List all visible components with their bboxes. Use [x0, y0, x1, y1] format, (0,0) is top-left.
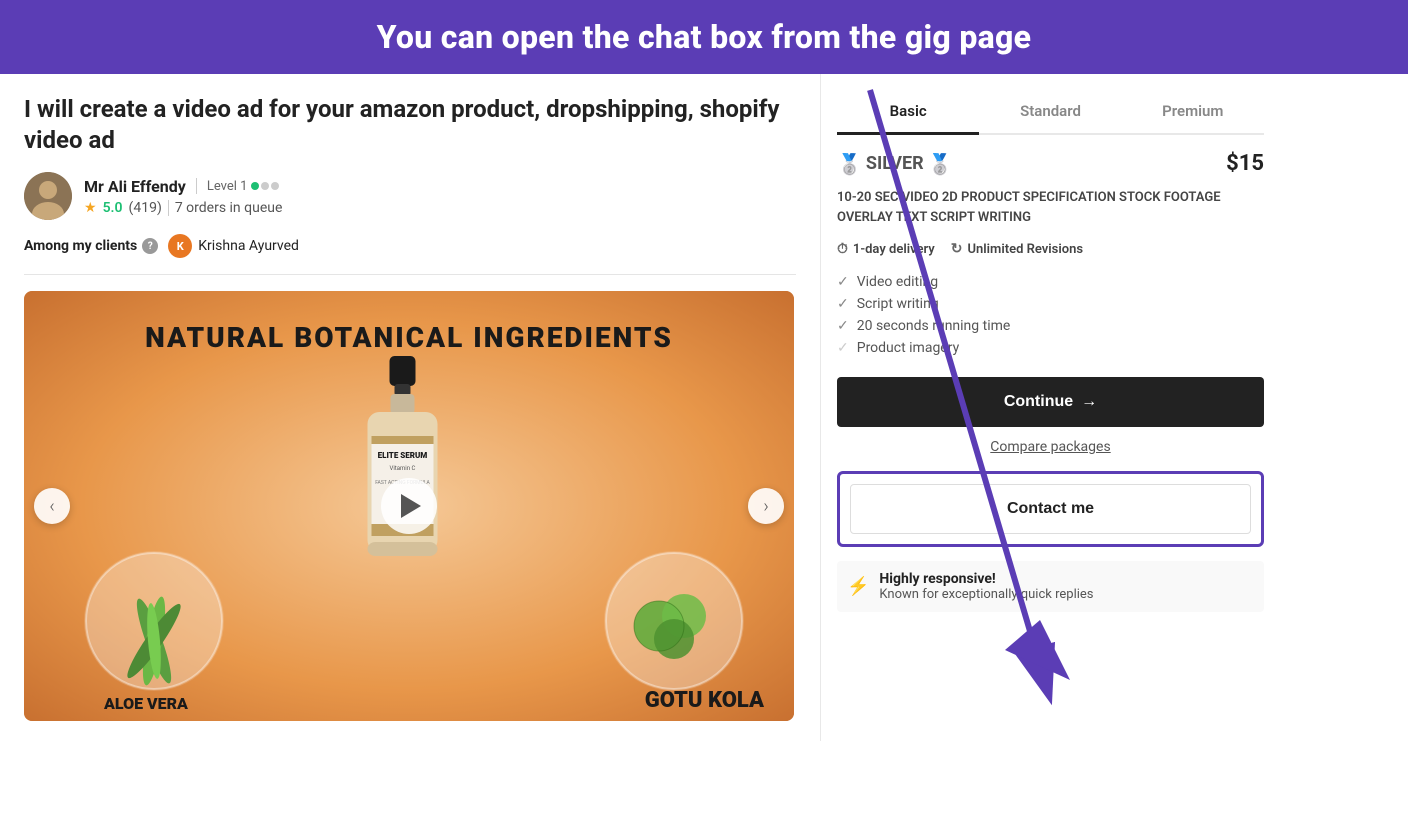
tab-basic[interactable]: Basic: [837, 90, 979, 135]
plant-label-right: GOTU KOLA: [645, 688, 764, 713]
orders-queue: 7 orders in queue: [175, 200, 283, 216]
avatar: [24, 172, 72, 220]
seller-name-row: Mr Ali Effendy Level 1: [84, 177, 282, 196]
plant-label-left: ALOE VERA: [104, 694, 188, 713]
check-icon: ✓: [837, 274, 849, 290]
continue-button[interactable]: Continue →: [837, 377, 1264, 427]
seller-rating: ★ 5.0 (419) 7 orders in queue: [84, 200, 282, 216]
feature-item: ✓ 20 seconds running time: [837, 315, 1264, 337]
clock-icon: ⏱: [837, 241, 848, 257]
prev-arrow[interactable]: ‹: [34, 488, 70, 524]
revisions-meta: ↻ Unlimited Revisions: [951, 241, 1083, 257]
left-panel: I will create a video ad for your amazon…: [0, 74, 820, 741]
divider-2: [168, 200, 169, 216]
main-content: I will create a video ad for your amazon…: [0, 74, 1408, 741]
clients-label: Among my clients ?: [24, 238, 158, 254]
tab-premium[interactable]: Premium: [1122, 90, 1264, 135]
feature-item: ✓ Script writing: [837, 293, 1264, 315]
svg-text:ELITE SERUM: ELITE SERUM: [378, 451, 428, 460]
refresh-icon: ↻: [951, 241, 963, 257]
silver-badge: 🥈 SILVER 🥈: [837, 152, 953, 176]
clients-row: Among my clients ? K Krishna Ayurved: [24, 234, 796, 275]
client-avatar: K: [168, 234, 192, 258]
next-arrow[interactable]: ›: [748, 488, 784, 524]
rating-value: 5.0: [103, 200, 123, 216]
features-list: ✓ Video editing ✓ Script writing ✓ 20 se…: [837, 271, 1264, 359]
product-bottle: ELITE SERUM Vitamin C FAST ACTING FORMUL…: [338, 356, 468, 596]
page-wrapper: You can open the chat box from the gig p…: [0, 0, 1408, 832]
package-tabs: Basic Standard Premium: [837, 90, 1264, 135]
responsive-title: Highly responsive!: [879, 571, 1093, 587]
gig-title: I will create a video ad for your amazon…: [24, 94, 796, 156]
responsive-badge: ⚡ Highly responsive! Known for exception…: [837, 561, 1264, 612]
feature-item: ✓ Video editing: [837, 271, 1264, 293]
responsive-sub: Known for exceptionally quick replies: [879, 587, 1093, 602]
review-count: (419): [129, 200, 162, 216]
package-meta: ⏱ 1-day delivery ↻ Unlimited Revisions: [837, 241, 1264, 257]
check-icon: ✓: [837, 318, 849, 334]
dot-1: [251, 182, 259, 190]
seller-name[interactable]: Mr Ali Effendy: [84, 177, 186, 196]
seller-details: Mr Ali Effendy Level 1 ★: [84, 177, 282, 216]
tab-standard[interactable]: Standard: [979, 90, 1121, 135]
contact-button[interactable]: Contact me: [850, 484, 1251, 534]
dot-3: [271, 182, 279, 190]
package-desc: 10-20 SEC VIDEO 2D PRODUCT SPECIFICATION…: [837, 188, 1264, 227]
seller-info: Mr Ali Effendy Level 1 ★: [24, 172, 796, 220]
check-icon-inactive: ✓: [837, 340, 849, 356]
arrow-right-icon: →: [1081, 393, 1097, 411]
plant-circle-right: [604, 551, 744, 691]
contact-btn-container: Contact me: [837, 471, 1264, 547]
medal-icon-2: 🥈: [928, 152, 953, 176]
compare-link[interactable]: Compare packages: [837, 439, 1264, 455]
star-icon: ★: [84, 200, 97, 216]
medal-icon: 🥈: [837, 152, 862, 176]
divider: [196, 178, 197, 194]
responsive-text: Highly responsive! Known for exceptional…: [879, 571, 1093, 602]
banner-text: You can open the chat box from the gig p…: [377, 18, 1032, 56]
client-name: Krishna Ayurved: [198, 238, 299, 254]
image-title: NATURAL BOTANICAL INGREDIENTS: [24, 321, 794, 354]
client-badge: K Krishna Ayurved: [168, 234, 299, 258]
feature-item: ✓ Product imagery: [837, 337, 1264, 359]
delivery-meta: ⏱ 1-day delivery: [837, 241, 935, 257]
play-icon: [401, 494, 421, 518]
package-header: 🥈 SILVER 🥈 $15: [837, 151, 1264, 176]
check-icon: ✓: [837, 296, 849, 312]
info-icon[interactable]: ?: [142, 238, 158, 254]
level-dots: [251, 182, 279, 190]
svg-text:Vitamin C: Vitamin C: [390, 465, 416, 472]
dot-2: [261, 182, 269, 190]
top-banner: You can open the chat box from the gig p…: [0, 0, 1408, 74]
plant-circle-left: [84, 551, 224, 691]
price: $15: [1226, 151, 1264, 176]
seller-level: Level 1: [207, 179, 280, 194]
lightning-icon: ⚡: [847, 576, 869, 597]
right-panel: Basic Standard Premium 🥈 SILVER 🥈 $15 10…: [820, 74, 1280, 741]
image-area: NATURAL BOTANICAL INGREDIENTS: [24, 291, 794, 721]
play-button[interactable]: [381, 478, 437, 534]
